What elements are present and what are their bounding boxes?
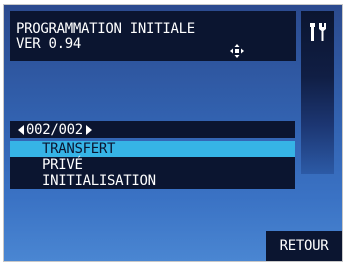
lcd-screen: PROGRAMMATION INITIALE VER 0.94 002/002	[3, 4, 343, 262]
version-label: VER 0.94	[16, 36, 82, 52]
menu-item-initialisation[interactable]: INITIALISATION	[10, 173, 295, 189]
screen-title: PROGRAMMATION INITIALE	[16, 21, 195, 37]
move-cursor-icon	[230, 44, 244, 58]
page-indicator: 002/002	[18, 121, 92, 138]
wrench-screwdriver-icon[interactable]	[309, 21, 327, 43]
retour-button[interactable]: RETOUR	[266, 231, 342, 261]
device-frame: PROGRAMMATION INITIALE VER 0.94 002/002	[0, 0, 344, 264]
page-indicator-bar: 002/002	[10, 121, 295, 138]
menu-item-transfert[interactable]: TRANSFERT	[10, 141, 295, 157]
page-counter: 002/002	[26, 121, 83, 138]
header-panel: PROGRAMMATION INITIALE VER 0.94	[10, 11, 296, 61]
side-rail	[301, 11, 334, 174]
menu-item-prive[interactable]: PRIVÉ	[10, 157, 295, 173]
page-prev-arrow-icon[interactable]	[18, 124, 24, 135]
page-next-arrow-icon[interactable]	[85, 124, 92, 135]
